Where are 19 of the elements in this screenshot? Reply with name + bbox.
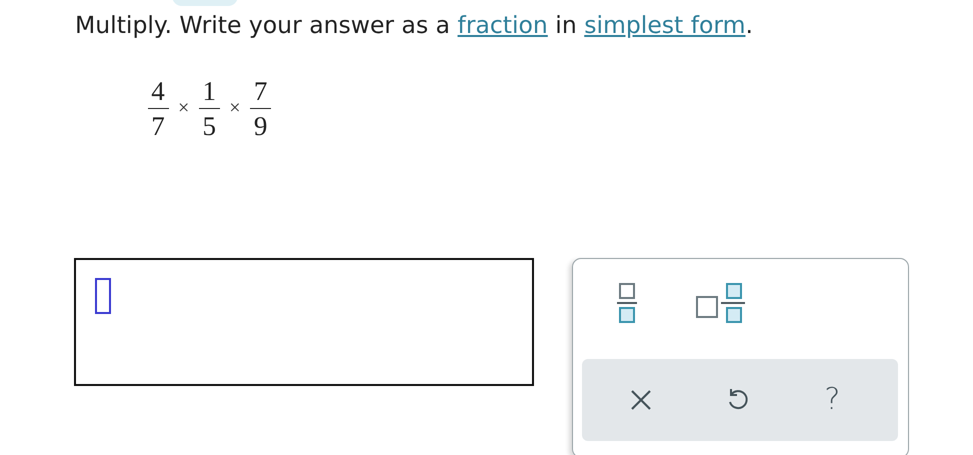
denominator: 5: [202, 112, 216, 140]
empty-slot-icon: [95, 278, 111, 314]
numerator: 7: [254, 77, 268, 105]
numerator: 1: [202, 77, 216, 105]
fraction-template-icon: [616, 283, 638, 323]
glossary-link[interactable]: fraction: [458, 11, 548, 39]
glossary-link[interactable]: simplest form: [584, 11, 746, 39]
numerator: 4: [151, 77, 165, 105]
denominator: 7: [151, 112, 165, 140]
close-icon: [630, 389, 652, 411]
times-sign: ×: [229, 97, 241, 120]
help-button[interactable]: ?: [822, 381, 842, 419]
answer-field[interactable]: [74, 258, 534, 386]
fraction-button[interactable]: [614, 281, 640, 325]
times-sign: ×: [178, 97, 190, 120]
mixed-number-button[interactable]: [694, 281, 748, 325]
instruction-text: Multiply. Write your answer as a fraction in simplest form.: [75, 10, 753, 41]
mixed-number-template-icon: [696, 283, 746, 323]
denominator: 9: [254, 112, 268, 140]
